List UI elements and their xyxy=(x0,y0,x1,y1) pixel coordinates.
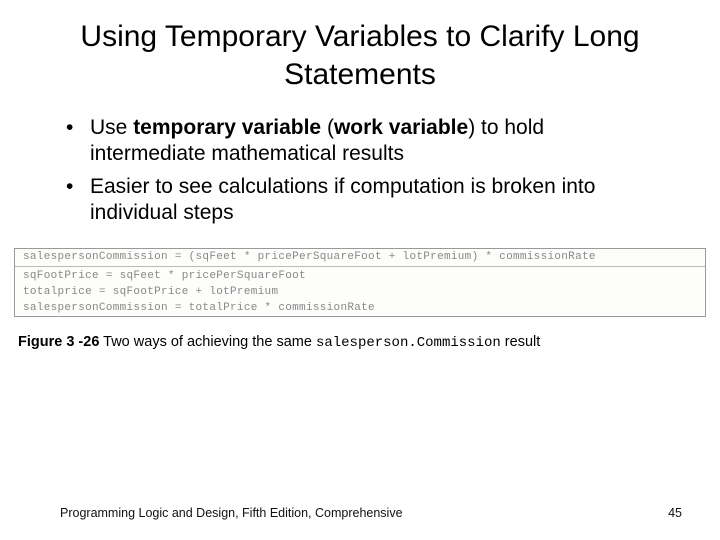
caption-body: Two ways of achieving the same xyxy=(99,334,316,350)
page-number: 45 xyxy=(668,506,682,520)
text-fragment: ( xyxy=(321,116,334,139)
figure-label: Figure 3 -26 xyxy=(18,334,99,350)
slide-title: Using Temporary Variables to Clarify Lon… xyxy=(0,18,720,93)
code-example: salespersonCommission = (sqFeet * priceP… xyxy=(14,248,706,317)
caption-tail: result xyxy=(501,334,541,350)
caption-code: salesperson.Commission xyxy=(316,335,501,351)
slide: Using Temporary Variables to Clarify Lon… xyxy=(0,0,720,540)
code-line: sqFootPrice = sqFeet * pricePerSquareFoo… xyxy=(15,268,705,284)
divider xyxy=(15,266,705,267)
footer-left: Programming Logic and Design, Fifth Edit… xyxy=(60,506,403,520)
term-work-variable: work variable xyxy=(334,116,468,139)
text-fragment: Use xyxy=(90,116,133,139)
list-item: • Use temporary variable (work variable)… xyxy=(60,115,660,168)
list-item: • Easier to see calculations if computat… xyxy=(60,174,660,227)
footer: Programming Logic and Design, Fifth Edit… xyxy=(0,506,720,520)
figure-caption: Figure 3 -26 Two ways of achieving the s… xyxy=(18,333,702,352)
bullet-list: • Use temporary variable (work variable)… xyxy=(0,115,720,226)
bullet-text: Easier to see calculations if computatio… xyxy=(90,174,660,227)
code-line: salespersonCommission = (sqFeet * priceP… xyxy=(15,249,705,265)
term-temporary-variable: temporary variable xyxy=(133,116,321,139)
bullet-dot: • xyxy=(60,174,90,227)
bullet-dot: • xyxy=(60,115,90,168)
code-line: salespersonCommission = totalPrice * com… xyxy=(15,300,705,316)
code-line: totalprice = sqFootPrice + lotPremium xyxy=(15,284,705,300)
bullet-text: Use temporary variable (work variable) t… xyxy=(90,115,660,168)
